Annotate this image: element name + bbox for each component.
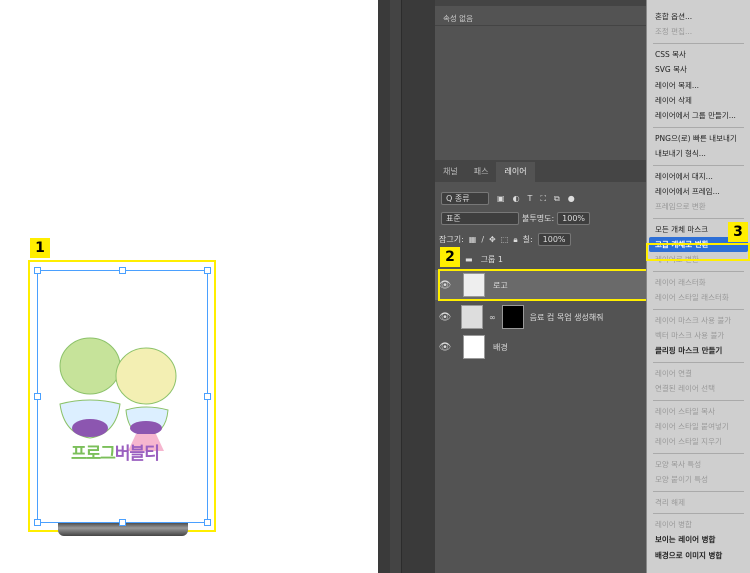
annotation-badge-2: 2 [440,247,460,267]
shape-filter-icon[interactable]: ⛶ [540,194,546,204]
menu-separator [653,308,744,310]
menu-separator [653,126,744,128]
layer-name: 배경 [493,342,508,352]
menu-item: 레이어 스타일 래스터화 [655,293,729,303]
layer-thumbnail [463,335,485,359]
menu-item[interactable]: CSS 복사 [647,47,750,62]
menu-item[interactable]: 배경으로 이미지 병합 [647,548,750,563]
menu-item[interactable]: 레이어 복제... [647,78,750,93]
transform-handle[interactable] [204,519,211,526]
menu-item: 연결된 레이어 선택 [655,384,715,394]
lock-all-icon[interactable]: 🔒︎ [513,235,517,245]
context-menu: 혼합 옵션... 조정 편집... CSS 복사 SVG 복사 레이어 복제... 레이어… [646,0,750,573]
transform-handle[interactable] [34,519,41,526]
menu-item[interactable]: 클리핑 마스크 만들기 [647,343,750,358]
layer-row-background[interactable]: 👁︎ 배경 [435,333,647,361]
opacity-label: 불투명도: [522,214,555,223]
menu-item: 레이어 연결 [655,368,692,378]
brand-text-purple: 버블티 [114,444,160,464]
adjustment-filter-icon[interactable]: ◐ [513,194,520,203]
annotation-badge-1: 1 [30,238,50,258]
selection-bounds[interactable]: 프로그버블티 [37,270,208,523]
highlight-box-layer [438,269,649,301]
annotation-badge-3: 3 [728,222,748,242]
highlight-box-menu [646,243,750,261]
menu-item: 조정 편집... [655,27,693,37]
menu-item[interactable]: 혼합 옵션... [647,9,750,24]
menu-item: 레이어 병합 [655,519,692,529]
menu-item[interactable]: 보이는 레이어 병합 [647,532,750,547]
smart-object-filter-icon[interactable]: ⧉ [554,194,560,204]
pixel-filter-icon[interactable]: ▣ [497,194,505,203]
blend-mode-select[interactable]: 표준 [441,212,519,225]
transform-handle[interactable] [119,267,126,274]
menu-separator [653,42,744,44]
panel-dock-strip [390,0,402,573]
menu-item[interactable]: 내보내기 형식... [647,146,750,161]
fill-label: 칠: [522,235,533,244]
menu-separator [653,399,744,401]
fill-input[interactable]: 100% [537,233,571,246]
menu-item: 격리 해제 [655,497,685,507]
menu-separator [653,217,744,219]
tab-layers[interactable]: 레이어 [496,162,535,182]
menu-separator [653,490,744,492]
layer-filter-select[interactable]: Q 종류 [441,192,489,205]
transform-handle[interactable] [204,393,211,400]
layer-name: 음료 컵 목업 생성해줘 [529,312,604,322]
menu-item: 레이어 스타일 붙여넣기 [655,421,729,431]
visibility-eye-icon[interactable]: 👁︎ [435,342,455,353]
layer-row-group[interactable]: ▬ 그룹 1 [435,250,647,268]
layer-row-mockup[interactable]: 👁︎ ∞ 음료 컵 목업 생성해줘 [435,303,647,331]
type-filter-icon[interactable]: T [528,194,533,203]
menu-item[interactable]: 레이어에서 프레임... [647,184,750,199]
menu-item: 레이어 스타일 지우기 [655,437,722,447]
menu-item[interactable]: 레이어에서 그룹 만들기... [647,108,750,123]
layer-name: 그룹 1 [480,254,503,264]
opacity-input[interactable]: 100% [557,212,591,225]
menu-item[interactable]: 레이어에서 대지... [647,169,750,184]
transform-handle[interactable] [204,267,211,274]
menu-item: 프레임으로 변환 [655,202,706,212]
menu-item: 레이어 스타일 복사 [655,406,715,416]
transform-handle[interactable] [119,519,126,526]
menu-item: 벡터 마스크 사용 불가 [655,331,725,341]
lock-label: 잠그기: [439,235,464,244]
menu-separator [653,452,744,454]
lock-artboard-icon[interactable]: ⬚ [501,235,509,244]
chain-link-icon: ∞ [489,312,496,322]
lock-position-icon[interactable]: ✥ [489,235,496,244]
layer-mask-thumbnail [501,305,524,329]
transform-handle[interactable] [34,267,41,274]
layer-thumbnail [461,305,483,329]
properties-empty-label: 속성 없음 [443,14,473,23]
menu-item[interactable]: 레이어 삭제 [647,93,750,108]
menu-separator [653,361,744,363]
menu-item: 모양 붙이기 특성 [655,475,709,485]
transform-handle[interactable] [34,393,41,400]
menu-separator [653,164,744,166]
brand-text-green: 프로그 [71,444,116,464]
lock-transparency-icon[interactable]: ▦ [469,235,477,244]
menu-separator [653,512,744,514]
menu-item: 모양 복사 특성 [655,459,702,469]
menu-separator [653,270,744,272]
menu-item[interactable]: SVG 복사 [647,62,750,77]
menu-item[interactable]: PNG으(로) 빠른 내보내기 [647,131,750,146]
canvas[interactable]: 1 프로그버블티 [0,0,378,573]
filter-toggle-icon[interactable]: ● [568,194,575,203]
folder-icon: ▬ [465,254,473,264]
tab-channels[interactable]: 채널 [435,162,466,182]
tab-paths[interactable]: 패스 [466,162,497,182]
menu-item: 레이어 래스터화 [655,277,706,287]
visibility-eye-icon[interactable]: 👁︎ [435,312,455,323]
lock-image-icon[interactable]: / [481,235,484,244]
menu-item: 레이어 마스크 사용 불가 [655,315,732,325]
